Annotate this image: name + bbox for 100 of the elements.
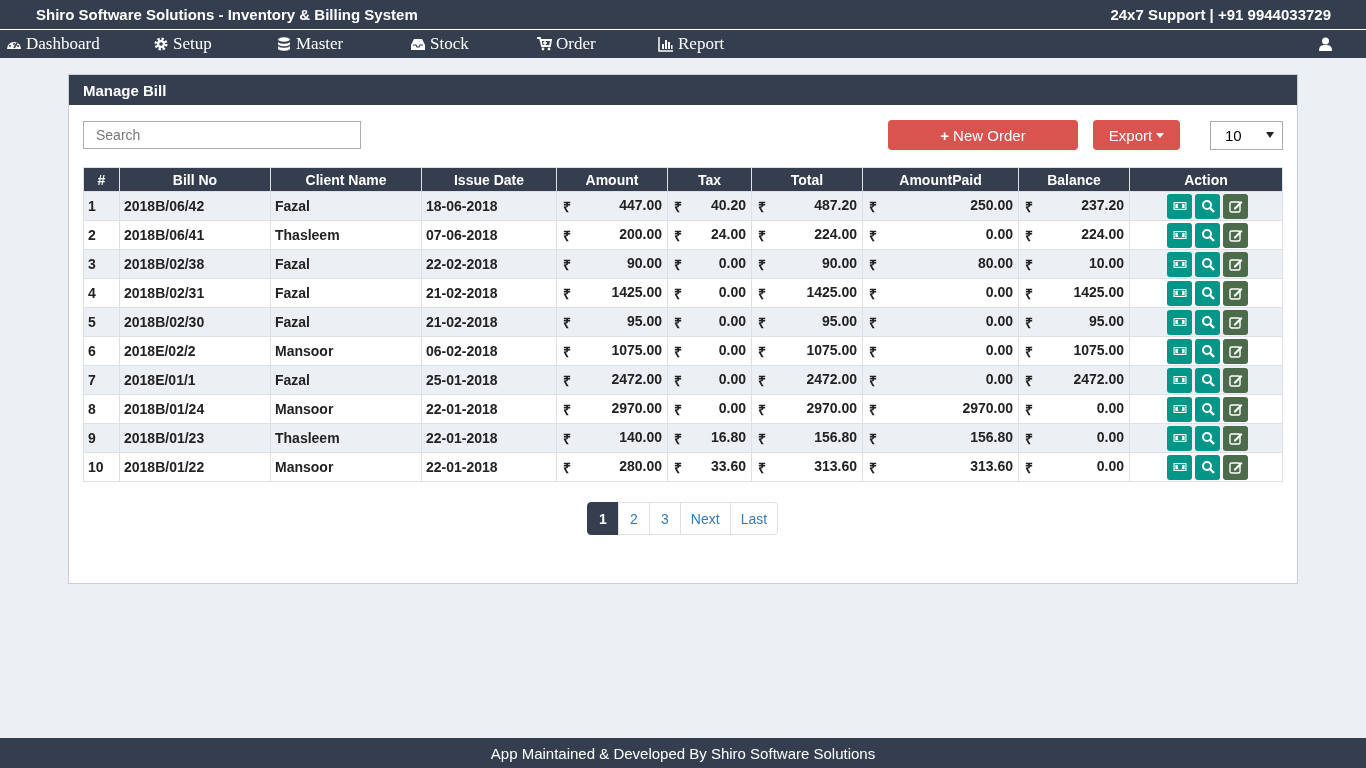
search-button[interactable] xyxy=(1195,309,1220,335)
pay-button[interactable] xyxy=(1167,425,1192,451)
nav-item[interactable]: Report xyxy=(658,34,725,54)
edit-icon xyxy=(1228,257,1243,271)
pay-button[interactable] xyxy=(1167,251,1192,277)
table-cell: Fazal xyxy=(270,278,422,308)
table-cell: 8 xyxy=(83,394,120,424)
money-cell: ₹ 0.00 xyxy=(667,249,752,279)
table-cell: 9 xyxy=(83,423,120,453)
column-header: Bill No xyxy=(119,167,271,192)
edit-button[interactable] xyxy=(1223,222,1248,248)
search-button[interactable] xyxy=(1195,367,1220,393)
search-button[interactable] xyxy=(1195,425,1220,451)
search-icon xyxy=(1200,199,1215,213)
search-button[interactable] xyxy=(1195,338,1220,364)
search-icon xyxy=(1200,315,1215,329)
banknote-icon xyxy=(1172,344,1187,358)
table-cell: 21-02-2018 xyxy=(421,278,557,308)
pay-button[interactable] xyxy=(1167,396,1192,422)
money-cell: ₹ 313.60 xyxy=(751,452,863,482)
search-button[interactable] xyxy=(1195,251,1220,277)
search-button[interactable] xyxy=(1195,396,1220,422)
export-button[interactable]: Export xyxy=(1093,120,1180,150)
table-cell: 2018B/06/41 xyxy=(119,220,271,250)
table-cell: 2018B/06/42 xyxy=(119,191,271,221)
table-cell: 25-01-2018 xyxy=(421,365,557,395)
edit-icon xyxy=(1228,344,1243,358)
column-header: Amount xyxy=(556,167,668,192)
edit-icon xyxy=(1228,431,1243,445)
money-cell: ₹ 224.00 xyxy=(1018,220,1130,250)
pay-button[interactable] xyxy=(1167,309,1192,335)
search-button[interactable] xyxy=(1195,222,1220,248)
edit-button[interactable] xyxy=(1223,338,1248,364)
column-header: Tax xyxy=(667,167,752,192)
page-link[interactable]: Last xyxy=(729,502,779,535)
nav-item[interactable]: Dashboard xyxy=(6,34,153,54)
money-cell: ₹ 313.60 xyxy=(862,452,1019,482)
edit-icon xyxy=(1228,373,1243,387)
money-cell: ₹ 90.00 xyxy=(556,249,668,279)
pay-button[interactable] xyxy=(1167,454,1192,480)
edit-button[interactable] xyxy=(1223,309,1248,335)
banknote-icon xyxy=(1172,257,1187,271)
database-icon xyxy=(276,36,292,52)
money-cell: ₹ 0.00 xyxy=(667,336,752,366)
money-cell: ₹ 1425.00 xyxy=(1018,278,1130,308)
app-title: Shiro Software Solutions - Inventory & Billing System xyxy=(36,6,418,23)
money-cell: ₹ 90.00 xyxy=(751,249,863,279)
column-header: Client Name xyxy=(270,167,422,192)
page-link[interactable]: Next xyxy=(679,502,731,535)
money-cell: ₹ 224.00 xyxy=(751,220,863,250)
page-link[interactable]: 2 xyxy=(617,502,650,535)
nav-item[interactable]: Order xyxy=(536,34,658,54)
money-cell: ₹ 0.00 xyxy=(862,307,1019,337)
table-cell: 21-02-2018 xyxy=(421,307,557,337)
cart-icon xyxy=(536,36,552,52)
page-size-select[interactable]: 10 xyxy=(1210,120,1283,150)
money-cell: ₹ 487.20 xyxy=(751,191,863,221)
edit-button[interactable] xyxy=(1223,193,1248,219)
search-field[interactable]: Search xyxy=(83,121,361,149)
edit-button[interactable] xyxy=(1223,425,1248,451)
table-cell: 2018B/02/31 xyxy=(119,278,271,308)
pay-button[interactable] xyxy=(1167,367,1192,393)
edit-button[interactable] xyxy=(1223,396,1248,422)
money-cell: ₹ 280.00 xyxy=(556,452,668,482)
nav-item[interactable]: Stock xyxy=(410,34,536,54)
search-button[interactable] xyxy=(1195,193,1220,219)
pay-button[interactable] xyxy=(1167,222,1192,248)
edit-button[interactable] xyxy=(1223,454,1248,480)
nav-item[interactable]: Master xyxy=(276,34,410,54)
edit-button[interactable] xyxy=(1223,251,1248,277)
page-link[interactable]: 1 xyxy=(586,502,619,535)
money-cell: ₹ 156.80 xyxy=(751,423,863,453)
pay-button[interactable] xyxy=(1167,338,1192,364)
edit-button[interactable] xyxy=(1223,280,1248,306)
money-cell: ₹ 80.00 xyxy=(862,249,1019,279)
search-button[interactable] xyxy=(1195,280,1220,306)
column-header: Balance xyxy=(1018,167,1130,192)
pay-button[interactable] xyxy=(1167,193,1192,219)
table-cell: 22-02-2018 xyxy=(421,249,557,279)
money-cell: ₹ 0.00 xyxy=(862,220,1019,250)
money-cell: ₹ 1425.00 xyxy=(556,278,668,308)
column-header: # xyxy=(83,167,120,192)
search-icon xyxy=(1200,286,1215,300)
nav-item[interactable]: Setup xyxy=(153,34,276,54)
tray-icon xyxy=(410,36,426,52)
money-cell: ₹ 1425.00 xyxy=(751,278,863,308)
edit-button[interactable] xyxy=(1223,367,1248,393)
page-link[interactable]: 3 xyxy=(648,502,681,535)
money-cell: ₹ 24.00 xyxy=(667,220,752,250)
banknote-icon xyxy=(1172,373,1187,387)
money-cell: ₹ 0.00 xyxy=(1018,423,1130,453)
caret-icon xyxy=(1156,132,1165,138)
table-cell: 07-06-2018 xyxy=(421,220,557,250)
table-cell: Fazal xyxy=(270,307,422,337)
search-button[interactable] xyxy=(1195,454,1220,480)
table-cell: 3 xyxy=(83,249,120,279)
new-order-button[interactable]: + New Order xyxy=(888,120,1078,150)
user-icon[interactable] xyxy=(1319,37,1332,51)
pay-button[interactable] xyxy=(1167,280,1192,306)
dropdown-arrow-icon xyxy=(1266,132,1274,138)
